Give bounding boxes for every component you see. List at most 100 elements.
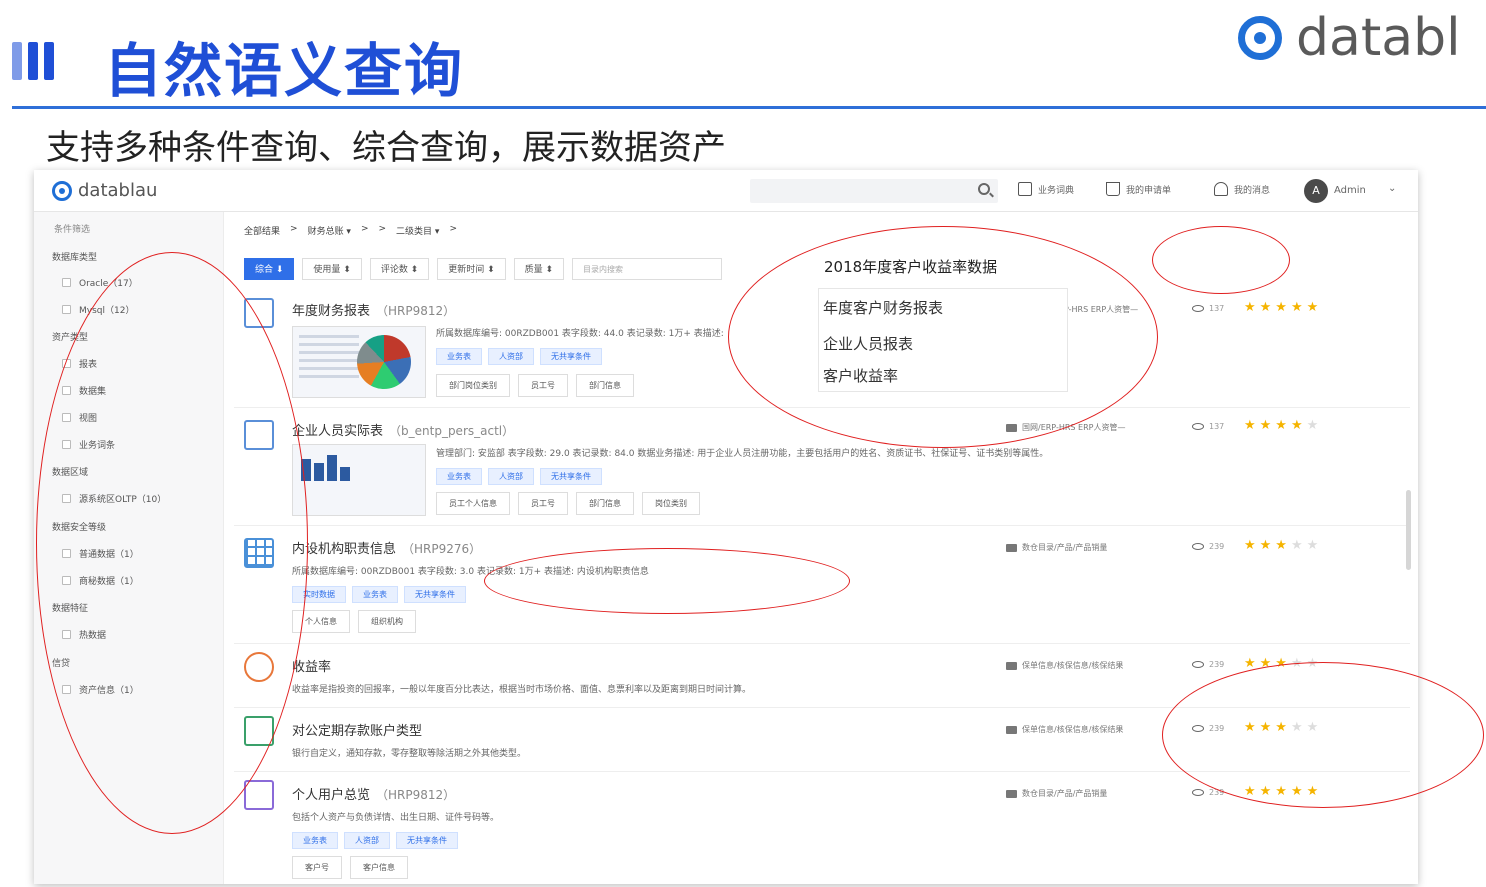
- nav-label: 业务词典: [1038, 185, 1075, 196]
- result-title-text: 个人用户总览: [292, 788, 371, 803]
- result-folder[interactable]: 数仓目录/产品/产品销量: [1006, 788, 1107, 799]
- slide-title: 自然语义查询: [104, 37, 465, 105]
- sort-usage-button[interactable]: 使用量 ⬍: [302, 258, 362, 280]
- pie-chart-thumbnail: [357, 335, 411, 389]
- tag[interactable]: 无共享条件: [540, 468, 602, 485]
- eye-icon: [1192, 305, 1204, 312]
- result-title[interactable]: 收益率: [292, 656, 331, 675]
- tag[interactable]: 业务表: [436, 348, 482, 365]
- view-count: 137: [1192, 304, 1224, 313]
- checkbox[interactable]: [62, 278, 71, 287]
- result-title-text: 对公定期存款账户类型: [292, 724, 423, 739]
- result-title[interactable]: 对公定期存款账户类型: [292, 720, 422, 739]
- result-tags: 业务表 人资部 无共享条件: [436, 468, 602, 485]
- sort-quality-button[interactable]: 质量 ⬍: [513, 258, 565, 280]
- tag[interactable]: 人资部: [488, 468, 534, 485]
- result-code: （HRP9812）: [376, 304, 456, 318]
- search-icon[interactable]: [978, 183, 990, 195]
- tag[interactable]: 人资部: [344, 832, 390, 849]
- result-meta: 管理部门: 安监部 表字段数: 29.0 表记录数: 84.0 数据业务描述: …: [436, 449, 1049, 459]
- nav-my-requests[interactable]: 我的申请单: [1106, 182, 1171, 196]
- app-logo-icon: [52, 180, 72, 201]
- nav-my-messages[interactable]: 我的消息: [1214, 182, 1270, 196]
- breadcrumb-separator: >: [290, 224, 298, 234]
- chevron-down-icon[interactable]: ⌄: [1388, 183, 1396, 194]
- sort-overall-button[interactable]: 综合 ⬇: [244, 258, 295, 280]
- field-chip[interactable]: 员工号: [518, 492, 568, 515]
- folder-path: 数仓目录/产品/产品销量: [1022, 543, 1108, 552]
- result-title-text: 年度财务报表: [292, 304, 371, 319]
- nav-business-dictionary[interactable]: 业务词典: [1018, 182, 1074, 196]
- sort-updated-button[interactable]: 更新时间 ⬍: [437, 258, 506, 280]
- scrollbar[interactable]: [1406, 490, 1411, 570]
- sort-comments-button[interactable]: 评论数 ⬍: [369, 258, 430, 280]
- result-folder[interactable]: 保单信息/核保信息/核保结果: [1006, 724, 1123, 735]
- field-chip[interactable]: 部门岗位类别: [436, 374, 510, 397]
- breadcrumb-item[interactable]: 二级类目 ▾: [396, 224, 439, 237]
- result-fields: 员工个人信息 员工号 部门信息 岗位类别: [436, 492, 700, 515]
- global-search-input[interactable]: [750, 179, 998, 203]
- annotation-oval-sidebar: [36, 252, 308, 834]
- result-title-text: 收益率: [292, 660, 332, 675]
- result-meta: 所属数据库编号: 00RZDB001 表字段数: 44.0 表记录数: 1万+ …: [436, 329, 724, 339]
- rating-stars[interactable]: ★★★★★: [1244, 538, 1322, 553]
- bar-chart-thumbnail: [301, 455, 350, 481]
- checkbox[interactable]: [62, 305, 71, 314]
- tag[interactable]: 无共享条件: [396, 832, 458, 849]
- user-name[interactable]: Admin: [1334, 185, 1366, 196]
- rating-stars[interactable]: ★★★★★: [1244, 418, 1322, 433]
- result-title[interactable]: 个人用户总览 （HRP9812）: [292, 784, 455, 803]
- eye-icon: [1192, 789, 1204, 796]
- thumbnail-table: [299, 335, 359, 383]
- tag[interactable]: 业务表: [352, 586, 398, 603]
- field-chip[interactable]: 部门信息: [576, 492, 634, 515]
- report-thumbnail[interactable]: [292, 444, 426, 516]
- folder-icon: [1006, 725, 1017, 734]
- eye-icon: [1192, 661, 1204, 668]
- view-count-value: 239: [1209, 542, 1225, 551]
- tag[interactable]: 人资部: [488, 348, 534, 365]
- cart-icon: [1106, 182, 1120, 196]
- field-chip[interactable]: 客户信息: [350, 856, 408, 879]
- rating-stars[interactable]: ★★★★★: [1244, 300, 1322, 315]
- result-fields: 个人信息 组织机构: [292, 610, 416, 633]
- field-chip[interactable]: 部门信息: [576, 374, 634, 397]
- tag[interactable]: 无共享条件: [540, 348, 602, 365]
- breadcrumb-item[interactable]: 全部结果: [244, 224, 280, 237]
- result-title[interactable]: 企业人员实际表 （b_entp_pers_actl）: [292, 420, 514, 439]
- brand-text: databl: [1296, 8, 1461, 68]
- result-fields: 部门岗位类别 员工号 部门信息: [436, 374, 634, 397]
- tag[interactable]: 无共享条件: [404, 586, 466, 603]
- avatar[interactable]: A: [1304, 179, 1328, 203]
- field-chip[interactable]: 员工个人信息: [436, 492, 510, 515]
- nav-label: 我的申请单: [1126, 185, 1172, 196]
- result-code: （b_entp_pers_actl）: [389, 424, 515, 438]
- view-count-value: 137: [1209, 422, 1225, 431]
- view-count: 239: [1192, 542, 1224, 551]
- tag[interactable]: 业务表: [292, 832, 338, 849]
- result-code: （HRP9276）: [402, 542, 482, 556]
- field-chip[interactable]: 客户号: [292, 856, 342, 879]
- result-meta: 银行自定义，通知存款，零存整取等除活期之外其他类型。: [292, 749, 527, 759]
- field-chip[interactable]: 组织机构: [358, 610, 416, 633]
- field-chip[interactable]: 岗位类别: [642, 492, 700, 515]
- report-thumbnail[interactable]: [292, 326, 426, 398]
- field-chip[interactable]: 员工号: [518, 374, 568, 397]
- folder-path: 保单信息/核保信息/核保结果: [1022, 661, 1124, 670]
- app-topbar: datablau 业务词典 我的申请单 我的消息 A Admin ⌄: [34, 170, 1418, 212]
- app-logo[interactable]: datablau: [52, 180, 157, 201]
- tag[interactable]: 业务表: [436, 468, 482, 485]
- catalog-search-input[interactable]: 目录内搜索: [572, 258, 723, 280]
- sidebar-title: 条件筛选: [54, 225, 91, 235]
- annotation-oval-ratings: [1162, 662, 1484, 808]
- result-folder[interactable]: 保单信息/核保信息/核保结果: [1006, 660, 1123, 671]
- result-folder[interactable]: 数仓目录/产品/产品销量: [1006, 542, 1107, 553]
- bell-icon: [1214, 182, 1228, 196]
- result-title[interactable]: 内设机构职责信息 （HRP9276）: [292, 538, 481, 557]
- dictionary-icon: [1018, 182, 1032, 196]
- result-meta: 包括个人资产与负债详情、出生日期、证件号码等。: [292, 813, 500, 823]
- folder-path: 数仓目录/产品/产品销量: [1022, 789, 1108, 798]
- result-title[interactable]: 年度财务报表 （HRP9812）: [292, 300, 455, 319]
- view-count: 239: [1192, 660, 1224, 669]
- breadcrumb-item[interactable]: 财务总账 ▾: [308, 224, 351, 237]
